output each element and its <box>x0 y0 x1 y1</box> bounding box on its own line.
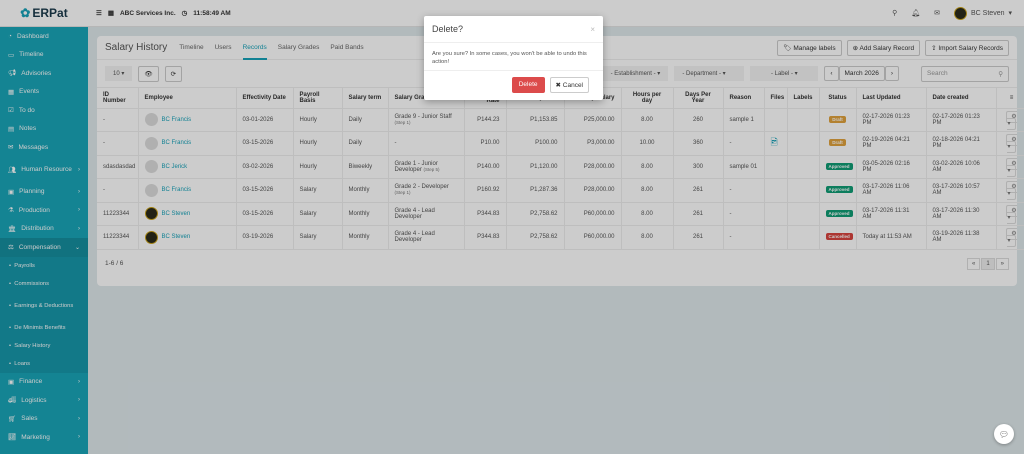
close-icon[interactable]: × <box>590 25 595 34</box>
delete-button[interactable]: Delete <box>511 77 545 93</box>
cancel-button[interactable]: ✖ Cancel <box>549 77 589 93</box>
dialog-title: Delete? <box>432 24 464 34</box>
chat-icon[interactable]: 💬︎ <box>994 424 1014 444</box>
delete-dialog: Delete? × Are you sure? In some cases, yo… <box>424 16 603 100</box>
dialog-message: Are you sure? In some cases, you won't b… <box>424 43 603 71</box>
